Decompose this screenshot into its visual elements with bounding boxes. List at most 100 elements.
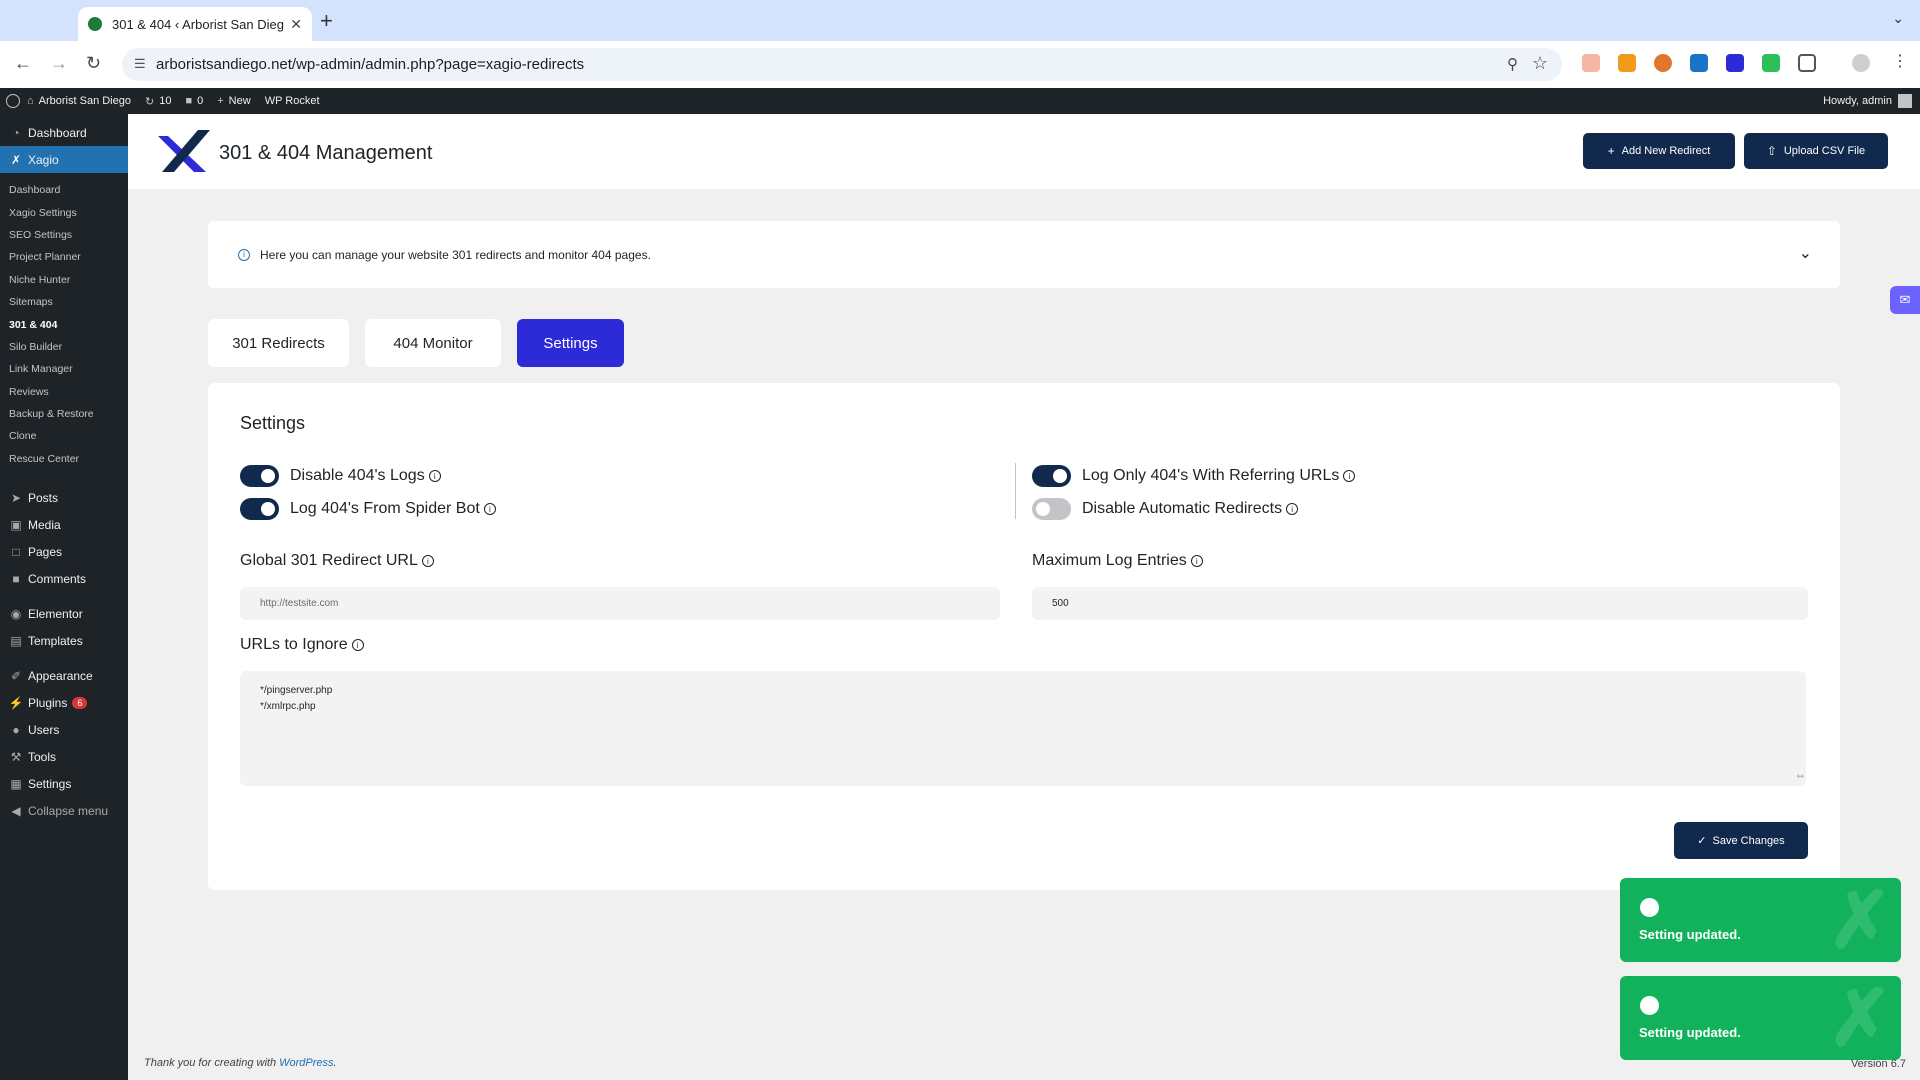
disable-404-logs-toggle[interactable] <box>240 465 279 487</box>
submenu-clone[interactable]: Clone <box>0 425 128 447</box>
submenu-xagio-settings[interactable]: Xagio Settings <box>0 201 128 223</box>
submenu-sitemaps[interactable]: Sitemaps <box>0 291 128 313</box>
add-new-redirect-label: Add New Redirect <box>1621 145 1711 157</box>
upload-csv-button[interactable]: ⇧ Upload CSV File <box>1744 133 1888 169</box>
submenu-project-planner[interactable]: Project Planner <box>0 246 128 268</box>
submenu-dashboard[interactable]: Dashboard <box>0 179 128 201</box>
info-icon[interactable]: i <box>351 639 364 651</box>
extension-3-icon[interactable] <box>1654 54 1672 72</box>
sidebar-item-appearance[interactable]: ✐ Appearance <box>0 662 128 689</box>
submenu-seo-settings[interactable]: SEO Settings <box>0 224 128 246</box>
save-changes-button[interactable]: ✓ Save Changes <box>1674 822 1808 859</box>
extension-2-icon[interactable] <box>1618 54 1636 72</box>
disable-auto-redirects-toggle[interactable] <box>1032 498 1071 520</box>
wordpress-logo-icon[interactable] <box>6 94 20 108</box>
reload-icon[interactable]: ↻ <box>86 53 101 74</box>
sidebar-item-tools[interactable]: ⚒ Tools <box>0 743 128 770</box>
info-icon[interactable]: i <box>421 555 434 567</box>
resize-handle-icon[interactable]: ⇿ <box>1796 768 1804 784</box>
wordpress-link[interactable]: WordPress <box>279 1057 333 1069</box>
log-only-referring-row: Log Only 404's With Referring URLs i <box>1032 465 1356 487</box>
sidebar-item-plugins[interactable]: ⚡ Plugins 6 <box>0 689 128 716</box>
sidebar-item-label: Comments <box>28 571 87 586</box>
comments-count: 0 <box>197 95 204 107</box>
submenu-301-404[interactable]: 301 & 404 <box>0 313 128 335</box>
favicon-icon <box>88 17 102 31</box>
info-icon[interactable]: i <box>428 470 441 482</box>
brush-icon: ✐ <box>10 668 22 683</box>
xagio-icon: ✗ <box>10 152 22 167</box>
sidebar-item-elementor[interactable]: ◉ Elementor <box>0 600 128 627</box>
forward-icon[interactable]: → <box>50 53 68 74</box>
footer-thanks: Thank you for creating with <box>144 1057 277 1069</box>
adminbar-new[interactable]: + New <box>210 88 257 114</box>
back-icon[interactable]: ← <box>14 53 32 74</box>
toast-notification[interactable]: ✗ Setting updated. <box>1620 878 1901 962</box>
extensions-icon[interactable] <box>1798 54 1816 72</box>
url-text: arboristsandiego.net/wp-admin/admin.php?… <box>156 56 585 73</box>
admin-footer: Thank you for creating with WordPress. <box>144 1057 337 1069</box>
info-icon[interactable]: i <box>1343 470 1356 482</box>
browser-tab[interactable]: 301 & 404 ‹ Arborist San Diego ✕ <box>78 7 312 41</box>
global-redirect-label: Global 301 Redirect URL i <box>240 552 434 570</box>
admin-sidebar: ◔ Dashboard ✗ Xagio Dashboard Xagio Sett… <box>0 114 128 1080</box>
add-new-redirect-button[interactable]: + Add New Redirect <box>1583 133 1735 169</box>
submenu-backup-restore[interactable]: Backup & Restore <box>0 403 128 425</box>
tab-search-icon[interactable]: ⌄ <box>1892 10 1904 27</box>
check-icon: ✓ <box>1697 835 1707 847</box>
tab-404-monitor[interactable]: 404 Monitor <box>365 319 501 367</box>
adminbar-comments[interactable]: ■ 0 <box>178 88 210 114</box>
log-spider-bot-row: Log 404's From Spider Bot i <box>240 498 496 520</box>
tab-301-redirects[interactable]: 301 Redirects <box>208 319 349 367</box>
site-settings-icon[interactable]: ☰ <box>134 56 146 72</box>
wp-version: Version 6.7 <box>1850 1058 1906 1070</box>
log-spider-bot-toggle[interactable] <box>240 498 279 520</box>
extension-6-icon[interactable] <box>1762 54 1780 72</box>
submenu-silo-builder[interactable]: Silo Builder <box>0 336 128 358</box>
submenu-link-manager[interactable]: Link Manager <box>0 358 128 380</box>
field-label: Global 301 Redirect URL <box>240 552 418 569</box>
sidebar-item-dashboard[interactable]: ◔ Dashboard <box>0 119 128 146</box>
info-icon[interactable]: i <box>1286 503 1299 515</box>
address-bar[interactable]: ☰ arboristsandiego.net/wp-admin/admin.ph… <box>122 48 1562 81</box>
sidebar-item-xagio[interactable]: ✗ Xagio <box>0 146 128 173</box>
adminbar-site[interactable]: ⌂ Arborist San Diego <box>20 88 138 114</box>
extension-4-icon[interactable] <box>1690 54 1708 72</box>
comment-icon: ■ <box>185 95 193 107</box>
sidebar-item-pages[interactable]: □ Pages <box>0 538 128 565</box>
new-tab-icon[interactable]: + <box>320 8 333 34</box>
sidebar-item-users[interactable]: ● Users <box>0 716 128 743</box>
adminbar-wp-rocket[interactable]: WP Rocket <box>258 88 327 114</box>
max-log-entries-input[interactable]: 500 <box>1032 587 1808 620</box>
urls-to-ignore-textarea[interactable]: */pingserver.php */xmlrpc.php ⇿ <box>240 671 1806 786</box>
tab-close-icon[interactable]: ✕ <box>290 16 302 33</box>
global-redirect-url-input[interactable]: http://testsite.com <box>240 587 1000 620</box>
sidebar-item-posts[interactable]: ➤ Posts <box>0 484 128 511</box>
plus-icon: + <box>217 95 224 107</box>
adminbar-updates[interactable]: ↻ 10 <box>138 88 178 114</box>
sidebar-collapse-menu[interactable]: ◀ Collapse menu <box>0 797 128 824</box>
tab-settings[interactable]: Settings <box>517 319 624 367</box>
updates-icon: ↻ <box>144 95 155 108</box>
submenu-reviews[interactable]: Reviews <box>0 381 128 403</box>
sidebar-item-comments[interactable]: ■ Comments <box>0 565 128 592</box>
adminbar-account[interactable]: Howdy, admin <box>1823 88 1912 114</box>
log-only-referring-toggle[interactable] <box>1032 465 1071 487</box>
submenu-rescue-center[interactable]: Rescue Center <box>0 448 128 470</box>
extension-1-icon[interactable] <box>1582 54 1600 72</box>
extension-5-icon[interactable] <box>1726 54 1744 72</box>
chat-widget-icon[interactable]: ✉ <box>1890 286 1920 314</box>
info-icon[interactable]: i <box>483 503 496 515</box>
bookmark-star-icon[interactable]: ☆ <box>1532 53 1548 74</box>
submenu-niche-hunter[interactable]: Niche Hunter <box>0 269 128 291</box>
sidebar-item-settings[interactable]: ▦ Settings <box>0 770 128 797</box>
profile-icon[interactable] <box>1852 54 1870 72</box>
max-log-label: Maximum Log Entries i <box>1032 552 1203 570</box>
kebab-menu-icon[interactable]: ⋮ <box>1892 54 1908 72</box>
info-icon[interactable]: i <box>1190 555 1203 567</box>
chevron-down-icon[interactable]: ⌄ <box>1799 243 1812 263</box>
sidebar-item-templates[interactable]: ▤ Templates <box>0 627 128 654</box>
zoom-icon[interactable]: ⚲ <box>1507 55 1518 73</box>
sidebar-item-media[interactable]: ▣ Media <box>0 511 128 538</box>
toast-notification[interactable]: ✗ Setting updated. <box>1620 976 1901 1060</box>
